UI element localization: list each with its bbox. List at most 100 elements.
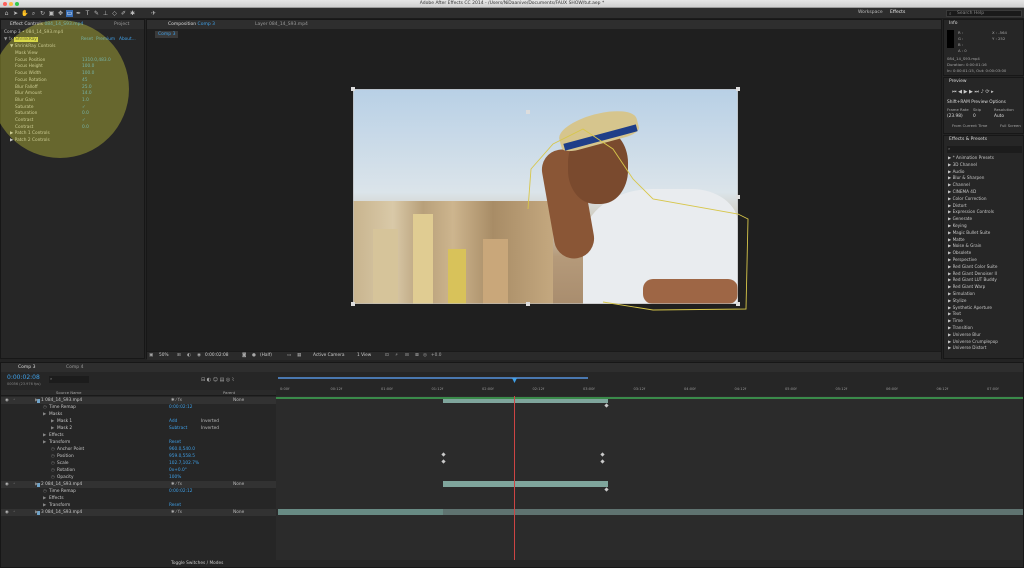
row-value[interactable]: Reset bbox=[169, 502, 181, 509]
layer-row[interactable]: ◉ ◦ ✱ ⁄ fx ▶ 3 084_14_S93.mp4 None bbox=[1, 509, 276, 516]
property-row[interactable]: ▶ Transform Reset bbox=[1, 502, 276, 509]
expand-triangle-icon[interactable]: ▶ bbox=[43, 439, 46, 446]
effect-param-value[interactable]: 25.0 bbox=[82, 85, 92, 91]
property-row[interactable]: ▶ Mask 2 Subtract Inverted bbox=[1, 425, 276, 432]
row-parent[interactable]: Inverted bbox=[201, 425, 219, 432]
effect-category-item[interactable]: ▶ Noise & Grain bbox=[948, 243, 981, 248]
frame-blend-icon[interactable]: ▤ bbox=[220, 377, 225, 383]
effect-category-item[interactable]: ▶ Text bbox=[948, 311, 961, 316]
effect-param-value[interactable]: 1310.0,483.0 bbox=[82, 58, 111, 64]
stopwatch-icon[interactable]: ◷ bbox=[51, 460, 55, 467]
timeline-tab-comp3[interactable]: Comp 3 bbox=[15, 364, 38, 371]
region-icon[interactable]: ▭ bbox=[287, 353, 291, 358]
effect-controls-tab[interactable]: Effect Controls 084_14_S93.mp4 bbox=[7, 21, 86, 28]
property-row[interactable]: ◷ Opacity 100% bbox=[1, 474, 276, 481]
bbox-handle[interactable] bbox=[526, 110, 530, 114]
comp-flowchart-icon[interactable]: ⊟ bbox=[201, 377, 205, 383]
switch-icons[interactable]: ✱ ⁄ fx bbox=[171, 509, 182, 516]
transparency-grid-icon[interactable]: ▦ bbox=[297, 353, 301, 358]
effect-category-item[interactable]: ▶ Keying bbox=[948, 223, 967, 228]
type-tool-icon[interactable]: T bbox=[84, 10, 91, 17]
visibility-icon[interactable]: ◉ bbox=[5, 397, 9, 404]
expand-triangle-icon[interactable]: ▶ bbox=[35, 397, 38, 404]
keyframe[interactable] bbox=[604, 487, 609, 492]
effect-param-value[interactable]: 45 bbox=[82, 78, 87, 84]
effect-category-item[interactable]: ▶ Blur & Sharpen bbox=[948, 175, 984, 180]
clone-stamp-tool-icon[interactable]: ⊥ bbox=[102, 10, 109, 17]
expand-triangle-icon[interactable]: ▶ bbox=[43, 411, 46, 418]
play-icon[interactable]: ▶ bbox=[964, 89, 968, 95]
workspace-select[interactable]: Effects bbox=[890, 10, 905, 15]
row-value[interactable]: Add bbox=[169, 418, 177, 425]
view-layout-select[interactable]: 1 View bbox=[357, 353, 371, 358]
next-frame-icon[interactable]: ▶ bbox=[969, 89, 973, 95]
keyframe[interactable] bbox=[441, 459, 446, 464]
row-parent[interactable]: Inverted bbox=[201, 418, 219, 425]
rotate-tool-icon[interactable]: ↻ bbox=[39, 10, 46, 17]
effect-category-item[interactable]: ▶ Universe Crumplepop bbox=[948, 339, 998, 344]
switch-icons[interactable]: ✱ ⁄ fx bbox=[171, 397, 182, 404]
stopwatch-icon[interactable]: ◷ bbox=[51, 453, 55, 460]
zoom-tool-icon[interactable]: ⌕ bbox=[30, 10, 37, 17]
stopwatch-icon[interactable]: ◷ bbox=[51, 446, 55, 453]
keyframe[interactable] bbox=[600, 459, 605, 464]
property-row[interactable]: ▶ Transform Reset bbox=[1, 439, 276, 446]
property-row[interactable]: ◷ Scale 102.7,102.7% bbox=[1, 460, 276, 467]
keyframe[interactable] bbox=[604, 403, 609, 408]
camera-icon[interactable]: ◙ bbox=[242, 353, 246, 358]
row-value[interactable]: Subtract bbox=[169, 425, 187, 432]
draft-3d-icon[interactable]: ◐ bbox=[207, 377, 211, 383]
property-row[interactable]: ▶ Mask 1 Add Inverted bbox=[1, 418, 276, 425]
camera-tool-icon[interactable]: ▣ bbox=[48, 10, 55, 17]
info-tab[interactable]: Info bbox=[946, 20, 961, 27]
effect-category-item[interactable]: ▶ Time bbox=[948, 318, 963, 323]
project-tab[interactable]: Project bbox=[111, 21, 132, 28]
effect-category-item[interactable]: ▶ * Animation Presets bbox=[948, 155, 994, 160]
stopwatch-icon[interactable]: ◷ bbox=[43, 404, 47, 411]
about-link[interactable]: About... bbox=[119, 37, 136, 43]
preview-tab[interactable]: Preview bbox=[946, 78, 970, 85]
layer-3-bar-a[interactable] bbox=[278, 509, 443, 515]
row-parent[interactable]: None bbox=[233, 397, 244, 404]
frame-rate-select[interactable]: (23.98) bbox=[947, 114, 963, 120]
shy-icon[interactable]: ☺ bbox=[213, 377, 218, 383]
expand-triangle-icon[interactable]: ▶ bbox=[43, 495, 46, 502]
grid-icon[interactable]: ⊞ bbox=[177, 353, 181, 358]
row-value[interactable]: Reset bbox=[169, 439, 181, 446]
layer-tab[interactable]: Layer 084_14_S93.mp4 bbox=[252, 21, 311, 28]
timeline-timecode[interactable]: 0:00:02:08 bbox=[7, 374, 40, 381]
effect-category-item[interactable]: ▶ 3D Channel bbox=[948, 162, 977, 167]
effect-category-item[interactable]: ▶ Red Giant Color Suite bbox=[948, 264, 997, 269]
timeline-tab-comp4[interactable]: Comp 4 bbox=[63, 364, 86, 371]
effects-search-input[interactable]: ⌕ bbox=[947, 146, 1022, 153]
selection-tool-icon[interactable]: ➤ bbox=[12, 10, 19, 17]
stopwatch-icon[interactable]: ◷ bbox=[43, 488, 47, 495]
timeline-search-input[interactable]: ⌕ bbox=[49, 376, 89, 383]
composition-tab[interactable]: Composition Comp 3 bbox=[165, 21, 218, 28]
row-value[interactable]: 959.0,558.5 bbox=[169, 453, 195, 460]
audio-icon[interactable]: ◦ bbox=[13, 509, 16, 516]
effect-category-item[interactable]: ▶ Red Giant Warp bbox=[948, 284, 985, 289]
resolution-select-preview[interactable]: Auto bbox=[994, 114, 1004, 120]
property-row[interactable]: ▶ Effects bbox=[1, 432, 276, 439]
bbox-handle[interactable] bbox=[526, 302, 530, 306]
row-value[interactable]: 0:00:02:12 bbox=[169, 488, 192, 495]
bbox-handle[interactable] bbox=[736, 87, 740, 91]
layer-row[interactable]: ◉ ◦ ✱ ⁄ fx ▶ 1 084_14_S93.mp4 None bbox=[1, 397, 276, 404]
effect-param-value[interactable]: 14.0 bbox=[82, 91, 92, 97]
expand-triangle-icon[interactable]: ▶ bbox=[35, 509, 38, 516]
effect-param-value[interactable]: 0.0 bbox=[82, 111, 89, 117]
always-preview-icon[interactable]: ▣ bbox=[149, 353, 153, 358]
property-row[interactable]: ◷ Time Remap 0:00:02:12 bbox=[1, 404, 276, 411]
time-ruler[interactable]: 0:00f 00:12f 01:00f 01:12f 02:00f 02:12f 03:00… bbox=[276, 374, 1023, 396]
flowchart-icon[interactable]: ⊠ bbox=[415, 353, 419, 358]
effect-category-item[interactable]: ▶ Obsolete bbox=[948, 250, 971, 255]
effect-category-item[interactable]: ▶ Audio bbox=[948, 169, 964, 174]
patch-2-controls[interactable]: ▶ Patch 2 Controls bbox=[10, 138, 50, 144]
resolution-select[interactable]: (Half) bbox=[260, 353, 272, 358]
bbox-handle[interactable] bbox=[736, 302, 740, 306]
magnification-select[interactable]: 50% bbox=[159, 353, 169, 358]
work-area-bar[interactable] bbox=[278, 377, 588, 379]
skip-select[interactable]: 0 bbox=[973, 114, 976, 120]
effect-category-item[interactable]: ▶ Color Correction bbox=[948, 196, 987, 201]
